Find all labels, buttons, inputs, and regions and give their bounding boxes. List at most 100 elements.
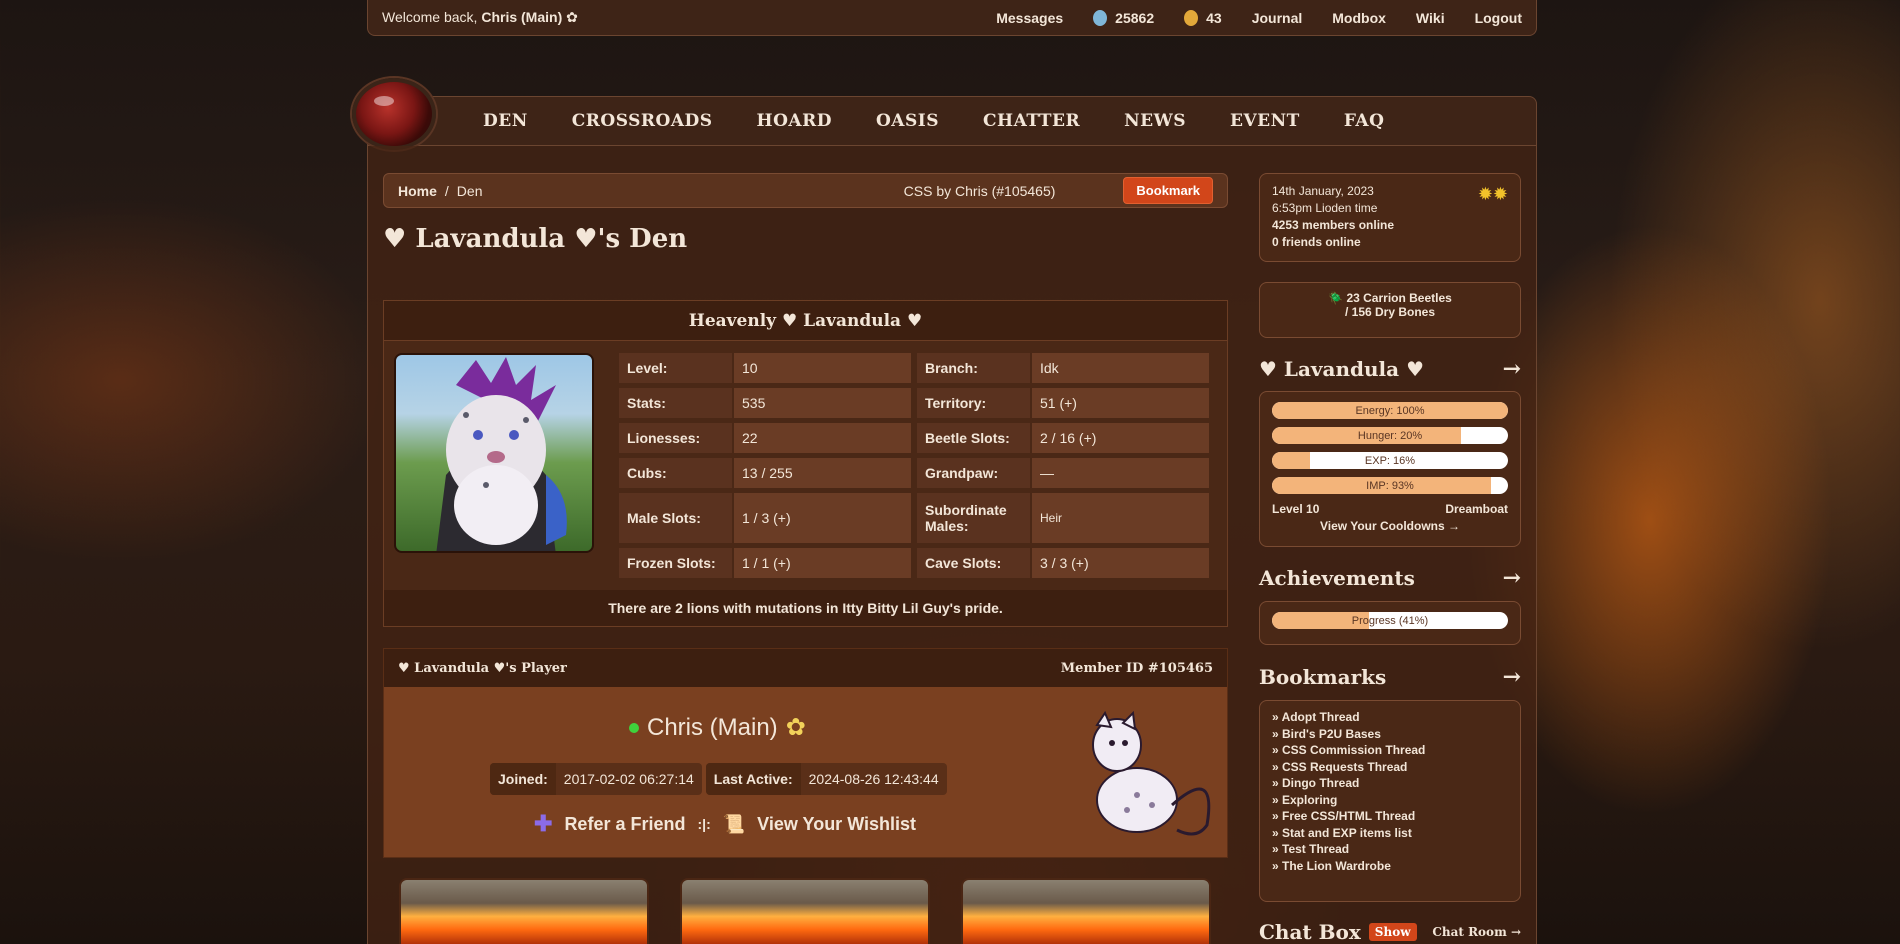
beetles-counter[interactable]: 25862 <box>1093 9 1154 26</box>
page-title: ♥ Lavandula ♥'s Den <box>383 224 688 254</box>
bone-icon: / <box>1344 305 1349 319</box>
arrow-right-icon[interactable]: → <box>1503 565 1521 591</box>
stat-frozen-slots[interactable]: Frozen Slots: 1 / 1 (+) <box>619 548 911 578</box>
cooldowns-link[interactable]: View Your Cooldowns → <box>1272 519 1508 533</box>
breadcrumb-separator: / <box>444 182 449 199</box>
nav-hoard[interactable]: HOARD <box>757 111 832 131</box>
player-name-row: Chris (Main) ✿ <box>629 713 806 742</box>
journal-link[interactable]: Journal <box>1252 10 1303 26</box>
stat-value[interactable]: 2 / 16 (+) <box>1032 423 1209 453</box>
bookmark-link[interactable]: » Dingo Thread <box>1272 776 1508 790</box>
lion-sidebar-header[interactable]: ♥ Lavandula ♥ → <box>1259 356 1521 382</box>
wiki-link[interactable]: Wiki <box>1416 10 1445 26</box>
nav-event[interactable]: EVENT <box>1230 111 1300 131</box>
stat-male-slots[interactable]: Male Slots: 1 / 3 (+) <box>619 493 911 543</box>
gallery-image[interactable] <box>680 878 930 944</box>
dry-bones: / 156 Dry Bones <box>1272 305 1508 319</box>
last-active-field: Last Active: 2024-08-26 12:43:44 <box>705 763 947 795</box>
arrow-right-icon[interactable]: → <box>1503 356 1521 382</box>
stats-row: Male Slots: 1 / 3 (+) Subordinate Males: H… <box>619 493 1209 543</box>
joined-field: Joined: 2017-02-02 06:27:14 <box>490 763 702 795</box>
last-active-value: 2024-08-26 12:43:44 <box>808 771 939 787</box>
bookmark-link[interactable]: » The Lion Wardrobe <box>1272 859 1508 873</box>
stat-value[interactable]: 3 / 3 (+) <box>1032 548 1209 578</box>
lion-avatar[interactable] <box>394 353 594 553</box>
stat-beetle-slots[interactable]: Beetle Slots: 2 / 16 (+) <box>917 423 1209 453</box>
chat-room-link[interactable]: Chat Room → <box>1432 925 1521 939</box>
mutation-notice[interactable]: There are 2 lions with mutations in Itty… <box>384 590 1227 626</box>
stat-territory[interactable]: Territory: 51 (+) <box>917 388 1209 418</box>
sidebar-lion-name[interactable]: ♥ Lavandula ♥ <box>1259 357 1424 381</box>
achievements-box: Progress (41%) <box>1259 601 1521 645</box>
stat-value: — <box>1032 458 1209 488</box>
gold-beetle-icon <box>1184 9 1199 26</box>
nav-faq[interactable]: FAQ <box>1344 111 1385 131</box>
friends-online[interactable]: 0 friends online <box>1272 235 1508 249</box>
achievements-title[interactable]: Achievements <box>1259 566 1415 590</box>
lion-status-box: Energy: 100% Hunger: 20% EXP: 16% IMP: 9… <box>1259 391 1521 547</box>
nav-news[interactable]: NEWS <box>1124 111 1186 131</box>
player-dates: Joined: 2017-02-02 06:27:14 Last Active:… <box>490 763 947 795</box>
carrion-beetles: 🪲 23 Carrion Beetles <box>1272 291 1508 305</box>
player-links: ✚ Refer a Friend :|: 📜 View Your Wishlis… <box>534 811 916 837</box>
nav-den[interactable]: DEN <box>483 111 528 131</box>
last-active-label: Last Active: <box>705 763 801 795</box>
chat-show-button[interactable]: Show <box>1368 923 1417 941</box>
stat-value[interactable]: 1 / 1 (+) <box>734 548 911 578</box>
bookmark-button[interactable]: Bookmark <box>1123 177 1213 204</box>
bookmarks-list: » Adopt Thread » Bird's P2U Bases » CSS … <box>1259 700 1521 902</box>
bookmark-link[interactable]: » CSS Commission Thread <box>1272 743 1508 757</box>
stat-label: Lionesses: <box>619 423 734 453</box>
stat-value: 13 / 255 <box>734 458 911 488</box>
bookmark-link[interactable]: » Test Thread <box>1272 842 1508 856</box>
bookmarks-header[interactable]: Bookmarks → <box>1259 664 1521 690</box>
wishlist-link[interactable]: View Your Wishlist <box>757 814 916 835</box>
nav-oasis[interactable]: OASIS <box>876 111 939 131</box>
members-online[interactable]: 4253 members online <box>1272 218 1508 232</box>
hunger-bar: Hunger: 20% <box>1272 427 1508 444</box>
scroll-icon: 📜 <box>722 813 746 834</box>
modbox-link[interactable]: Modbox <box>1332 10 1386 26</box>
carrion-beetles-value: 23 Carrion Beetles <box>1346 291 1452 305</box>
stat-branch: Branch: Idk <box>917 353 1209 383</box>
stat-value[interactable]: 1 / 3 (+) <box>734 493 911 543</box>
bookmark-link[interactable]: » Adopt Thread <box>1272 710 1508 724</box>
dry-bones-value: 156 Dry Bones <box>1351 305 1436 319</box>
stat-label: Stats: <box>619 388 734 418</box>
gallery-image[interactable] <box>399 878 649 944</box>
welcome-text: Welcome back, Chris (Main) ✿ <box>382 9 578 26</box>
breadcrumb-home[interactable]: Home <box>398 183 437 199</box>
gallery-image[interactable] <box>961 878 1211 944</box>
chatbox-title: Chat Box <box>1259 920 1361 944</box>
achievements-header[interactable]: Achievements → <box>1259 565 1521 591</box>
stats-row: Cubs: 13 / 255 Grandpaw: — <box>619 458 1209 488</box>
nav-chatter[interactable]: CHATTER <box>983 111 1080 131</box>
stat-value: 22 <box>734 423 911 453</box>
member-id: Member ID #105465 <box>1060 660 1213 676</box>
lion-name: Heavenly ♥ Lavandula ♥ <box>384 301 1227 341</box>
bookmark-link[interactable]: » CSS Requests Thread <box>1272 760 1508 774</box>
bookmark-link[interactable]: » Exploring <box>1272 793 1508 807</box>
stat-label: Cave Slots: <box>917 548 1032 578</box>
gold-counter[interactable]: 43 <box>1184 9 1222 26</box>
logout-link[interactable]: Logout <box>1475 10 1522 26</box>
bookmarks-title[interactable]: Bookmarks <box>1259 665 1386 689</box>
plus-icon: ✚ <box>534 811 553 836</box>
bar-label: Progress (41%) <box>1351 614 1429 627</box>
main-nav: DEN CROSSROADS HOARD OASIS CHATTER NEWS … <box>367 96 1537 146</box>
arrow-right-icon[interactable]: → <box>1503 664 1521 690</box>
messages-link[interactable]: Messages <box>996 10 1063 26</box>
username-link[interactable]: Chris (Main) <box>481 9 562 25</box>
site-logo[interactable] <box>352 78 436 150</box>
bookmark-link[interactable]: » Bird's P2U Bases <box>1272 727 1508 741</box>
refer-friend-link[interactable]: Refer a Friend <box>564 814 685 835</box>
lion-portrait <box>436 357 567 551</box>
bookmark-link[interactable]: » Stat and EXP items list <box>1272 826 1508 840</box>
player-name[interactable]: Chris (Main) <box>647 714 778 742</box>
stat-lionesses: Lionesses: 22 <box>619 423 911 453</box>
bookmark-link[interactable]: » Free CSS/HTML Thread <box>1272 809 1508 823</box>
stat-cave-slots[interactable]: Cave Slots: 3 / 3 (+) <box>917 548 1209 578</box>
stat-grandpaw: Grandpaw: — <box>917 458 1209 488</box>
stat-value[interactable]: 51 (+) <box>1032 388 1209 418</box>
nav-crossroads[interactable]: CROSSROADS <box>572 111 713 131</box>
